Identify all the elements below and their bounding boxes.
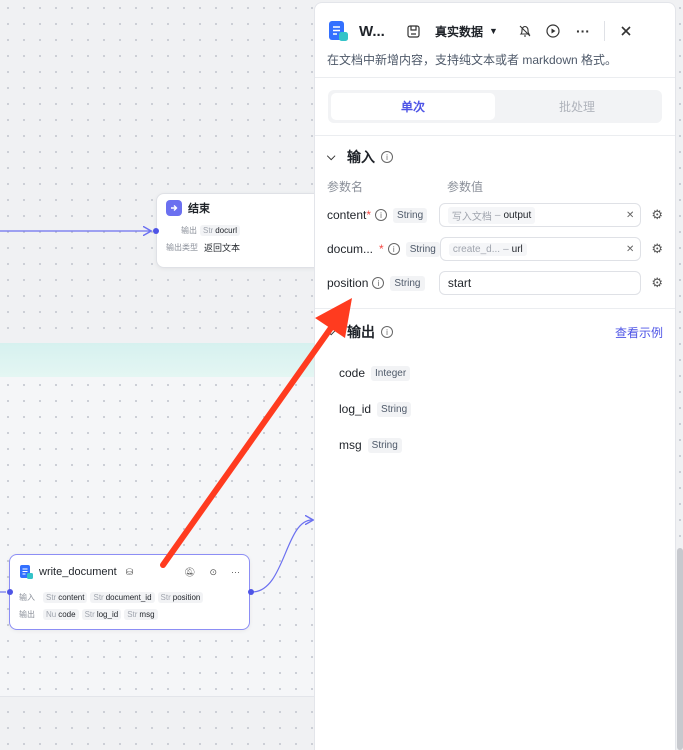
- end-node-output-type-value: 返回文本: [204, 243, 241, 253]
- param-value-text: start: [447, 276, 472, 290]
- view-example-link[interactable]: 查看示例: [615, 324, 663, 341]
- end-node-output-tag: Str docurl: [200, 225, 241, 236]
- write-node-input-tag: Str content: [43, 592, 88, 603]
- param-type-badge: String: [393, 207, 428, 223]
- required-mark: *: [366, 208, 372, 222]
- document-icon: [329, 21, 348, 41]
- info-icon[interactable]: i: [381, 151, 393, 163]
- param-value-field[interactable]: create_d... – url ✕: [439, 237, 642, 261]
- tab-single[interactable]: 单次: [331, 93, 495, 120]
- bell-off-icon[interactable]: 🔕︎: [184, 567, 195, 578]
- end-node-output-type-label: 输出类型: [166, 243, 198, 252]
- param-name: content: [327, 208, 367, 222]
- node-config-panel: W... 真实数据 ▼ ··· 在文档中新增内容，支持纯文本或者 markdow…: [314, 2, 676, 750]
- output-field-type: Integer: [371, 365, 411, 381]
- divider: [315, 77, 675, 78]
- end-node-icon: [166, 200, 182, 216]
- tab-batch[interactable]: 批处理: [495, 93, 659, 120]
- info-icon[interactable]: i: [372, 277, 385, 289]
- param-name: position: [327, 276, 369, 290]
- end-node-output-label: 输出: [181, 226, 197, 235]
- panel-description: 在文档中新增内容，支持纯文本或者 markdown 格式。: [327, 53, 618, 67]
- more-icon[interactable]: ···: [231, 567, 240, 577]
- write-node-output-tag: Nu code: [43, 609, 79, 620]
- col-param-name: 参数名: [327, 180, 364, 194]
- col-param-value: 参数值: [447, 180, 484, 194]
- output-field-name: msg: [339, 438, 362, 452]
- param-value-field[interactable]: 写入文档 – output ✕: [438, 203, 642, 227]
- gear-icon[interactable]: ⚙: [651, 241, 663, 257]
- play-icon[interactable]: [546, 24, 560, 38]
- data-mode-dropdown[interactable]: 真实数据 ▼: [435, 23, 498, 40]
- info-icon[interactable]: i: [381, 326, 393, 338]
- save-icon[interactable]: ⛁: [126, 567, 134, 578]
- end-node-title: 结束: [188, 203, 210, 215]
- param-row-content: content * i String 写入文档 – output ✕ ⚙: [315, 198, 675, 232]
- play-icon[interactable]: ⊙: [209, 567, 217, 578]
- close-icon[interactable]: [620, 25, 632, 37]
- output-field-row: msg String: [315, 427, 675, 463]
- output-section-header[interactable]: ⌵ 输出 i 查看示例: [315, 309, 675, 355]
- panel-scrollbar[interactable]: [677, 548, 683, 750]
- param-name: docum...: [327, 242, 374, 256]
- panel-title: W...: [359, 22, 385, 40]
- gear-icon[interactable]: ⚙: [651, 207, 663, 223]
- param-column-headers: 参数名 参数值: [315, 178, 675, 198]
- variable-reference-chip: 写入文档 – output: [447, 206, 536, 224]
- output-field-type: String: [367, 437, 402, 453]
- run-mode-tabs: 单次 批处理: [328, 90, 662, 123]
- chevron-down-icon[interactable]: ⌵: [327, 151, 341, 164]
- write-document-node[interactable]: write_document ⛁ 🔕︎ ⊙ ··· 输入 Str content …: [9, 554, 250, 630]
- gear-icon[interactable]: ⚙: [651, 275, 663, 291]
- more-icon[interactable]: ···: [576, 23, 590, 39]
- end-node-input-port[interactable]: [153, 228, 159, 234]
- info-icon[interactable]: i: [375, 209, 388, 221]
- output-field-row: log_id String: [315, 391, 675, 427]
- save-icon[interactable]: [407, 24, 420, 38]
- write-node-input-tag: Str position: [157, 592, 204, 603]
- group-header-band: [0, 343, 320, 377]
- write-node-input-label: 输入: [19, 593, 35, 602]
- param-type-badge: String: [390, 275, 425, 291]
- input-section-title: 输入: [347, 149, 375, 165]
- bell-off-icon[interactable]: [518, 24, 532, 38]
- chevron-down-icon[interactable]: ⌵: [327, 326, 341, 339]
- end-node[interactable]: 结束 输出 Str docurl 输出类型 返回文本: [156, 193, 326, 268]
- output-section-title: 输出: [347, 324, 375, 340]
- output-field-type: String: [377, 401, 412, 417]
- input-section-header[interactable]: ⌵ 输入 i: [315, 136, 675, 178]
- required-mark: *: [379, 242, 384, 256]
- clear-icon[interactable]: ✕: [626, 210, 634, 221]
- param-value-input[interactable]: start: [438, 271, 642, 295]
- write-node-input-tag: Str document_id: [90, 592, 155, 603]
- document-icon: [20, 565, 33, 579]
- header-divider: [603, 21, 605, 41]
- write-node-title: write_document: [39, 566, 117, 578]
- output-field-name: log_id: [339, 402, 372, 416]
- output-field-name: code: [339, 366, 366, 380]
- param-row-position: position i String start ⚙: [315, 266, 675, 300]
- data-mode-label: 真实数据: [435, 24, 484, 39]
- write-node-output-tag: Str log_id: [81, 609, 122, 620]
- group-container: [0, 377, 315, 697]
- param-type-badge: String: [405, 241, 440, 257]
- write-node-output-tag: Str msg: [124, 609, 158, 620]
- write-node-output-port[interactable]: [248, 589, 254, 595]
- caret-down-icon: ▼: [489, 26, 498, 36]
- output-field-row: code Integer: [315, 355, 675, 391]
- info-icon[interactable]: i: [387, 243, 400, 255]
- variable-reference-chip: create_d... – url: [448, 242, 527, 256]
- param-row-document-id: docum... * i String create_d... – url ✕ ⚙: [315, 232, 675, 266]
- clear-icon[interactable]: ✕: [626, 244, 634, 255]
- write-node-input-port[interactable]: [7, 589, 13, 595]
- write-node-output-label: 输出: [19, 610, 35, 619]
